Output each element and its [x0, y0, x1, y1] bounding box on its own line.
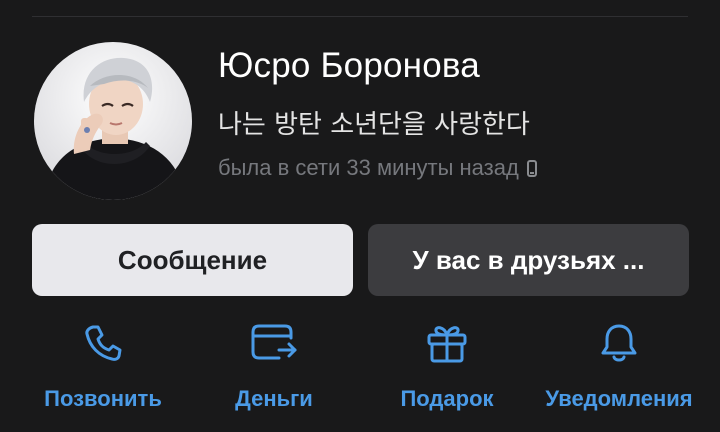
avatar-image	[34, 42, 192, 200]
money-action[interactable]: Деньги	[184, 318, 364, 422]
message-button[interactable]: Сообщение	[32, 224, 353, 296]
top-divider	[32, 16, 688, 17]
profile-status: 나는 방탄 소년단을 사랑한다	[218, 110, 530, 140]
last-seen: была в сети 33 минуты назад	[218, 153, 537, 183]
call-action-label: Позвонить	[44, 386, 162, 411]
bell-icon	[594, 318, 644, 368]
actions-bar: Позвонить Деньги Подарок Уведомления	[0, 318, 720, 428]
notifications-action[interactable]: Уведомления	[529, 318, 709, 422]
last-seen-text: была в сети 33 минуты назад	[218, 155, 519, 180]
call-action[interactable]: Позвонить	[13, 318, 193, 422]
notifications-action-label: Уведомления	[545, 386, 693, 411]
gift-action-label: Подарок	[400, 386, 494, 411]
money-action-label: Деньги	[235, 386, 313, 411]
friends-status-button[interactable]: У вас в друзьях ...	[368, 224, 689, 296]
mobile-phone-icon	[526, 159, 537, 177]
profile-name: Юсро Боронова	[218, 46, 480, 85]
gift-icon	[422, 318, 472, 368]
profile-screen: Юсро Боронова 나는 방탄 소년단을 사랑한다 была в сет…	[0, 0, 720, 432]
phone-icon	[78, 318, 128, 368]
money-transfer-icon	[249, 318, 299, 368]
avatar[interactable]	[34, 42, 192, 200]
gift-action[interactable]: Подарок	[357, 318, 537, 422]
